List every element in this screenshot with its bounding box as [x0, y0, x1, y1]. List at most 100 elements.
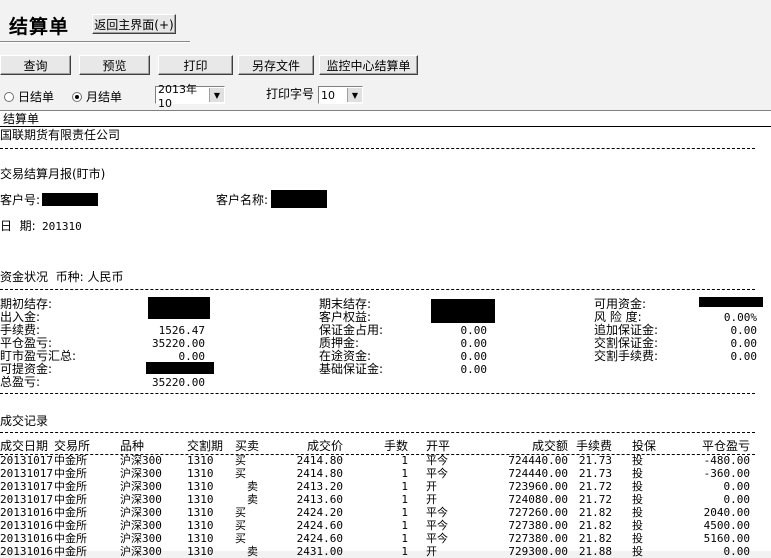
client-no-label: 客户号:: [0, 193, 41, 207]
fund-value: 0.00: [730, 337, 758, 350]
table-row: 20131016 中金所 沪深300 1310 买 2424.60 1 平今 727380.00…: [0, 532, 760, 545]
table-cell: 中金所: [54, 467, 87, 480]
table-cell: 买: [235, 506, 246, 519]
divider: [0, 432, 755, 433]
table-cell: 投: [632, 532, 643, 545]
back-to-main-button[interactable]: 返回主界面(+): [92, 14, 176, 34]
table-cell: 卖: [247, 493, 258, 506]
title-divider: [0, 41, 190, 43]
table-cell: 1: [401, 467, 408, 480]
table-cell: 723960.00: [508, 480, 568, 493]
column-header: 成交价: [306, 439, 343, 453]
period-select[interactable]: 2013年10 ▼: [155, 83, 225, 110]
column-header: 成交额: [531, 439, 568, 453]
date-value: 201310: [42, 220, 82, 233]
table-cell: 20131016: [0, 532, 53, 545]
font-size-select[interactable]: 10 ▼: [318, 86, 363, 104]
fund-value: 0.00: [460, 363, 488, 376]
table-cell: 中金所: [54, 545, 87, 558]
report-title: 交易结算月报(盯市): [0, 167, 106, 181]
fund-value: 0.00: [460, 337, 488, 350]
fund-label: 交割手续费:: [594, 349, 659, 363]
chevron-down-icon[interactable]: ▼: [209, 88, 224, 102]
daily-radio[interactable]: 日结单: [4, 88, 54, 105]
table-cell: 1310: [187, 493, 214, 506]
table-cell: 21.88: [578, 545, 612, 558]
column-header: 交割期: [187, 439, 224, 453]
table-cell: 沪深300: [120, 454, 162, 467]
table-cell: 2424.60: [296, 532, 343, 545]
preview-button[interactable]: 预览: [79, 55, 150, 75]
table-cell: 20131016: [0, 506, 53, 519]
table-cell: 20131017: [0, 480, 53, 493]
table-cell: 沪深300: [120, 480, 162, 493]
table-cell: 0.00: [723, 480, 751, 493]
table-cell: 买: [235, 454, 246, 467]
table-cell: 21.72: [578, 493, 612, 506]
table-cell: 投: [632, 480, 643, 493]
save-as-button[interactable]: 另存文件: [238, 55, 314, 75]
table-cell: 沪深300: [120, 467, 162, 480]
column-header: 开平: [426, 439, 451, 453]
table-cell: 平今: [426, 467, 448, 480]
trades-title: 成交记录: [0, 414, 49, 428]
table-cell: 卖: [247, 545, 258, 558]
table-cell: 1310: [187, 467, 214, 480]
print-button[interactable]: 打印: [158, 55, 233, 75]
table-cell: 2424.20: [296, 506, 343, 519]
query-button[interactable]: 查询: [0, 55, 71, 75]
table-cell: 平今: [426, 454, 448, 467]
table-cell: 1310: [187, 545, 214, 558]
table-cell: 1: [401, 493, 408, 506]
monthly-radio[interactable]: 月结单: [72, 88, 122, 105]
page-title: 结算单: [9, 16, 70, 38]
table-cell: 沪深300: [120, 506, 162, 519]
monitor-center-button[interactable]: 监控中心结算单: [319, 55, 418, 75]
radio-dot-daily[interactable]: [4, 91, 14, 102]
table-row: 20131017 中金所 沪深300 1310 买 2414.80 1 平今 724440.00…: [0, 454, 760, 467]
fund-value: 0.00%: [723, 311, 757, 324]
table-cell: 21.82: [578, 506, 612, 519]
table-cell: 投: [632, 506, 643, 519]
fund-label: 基础保证金:: [319, 362, 384, 376]
table-cell: 727380.00: [508, 519, 568, 532]
table-cell: 1310: [187, 454, 214, 467]
company-name: 国联期货有限责任公司: [0, 128, 121, 142]
table-cell: 1: [401, 519, 408, 532]
table-cell: 投: [632, 493, 643, 506]
table-cell: 2413.20: [296, 480, 343, 493]
table-cell: 20131017: [0, 454, 53, 467]
column-header: 手续费: [575, 439, 612, 453]
table-cell: 724080.00: [508, 493, 568, 506]
table-row: 20131016 中金所 沪深300 1310 买 2424.60 1 平今 727380.00…: [0, 519, 760, 532]
table-row: 20131016 中金所 沪深300 1310 卖 2431.00 1 开 729300.00 2…: [0, 545, 760, 558]
table-cell: 5160.00: [703, 532, 750, 545]
table-header: 成交日期 交易所 品种 交割期 买卖 成交价 手数 开平 成交额 手续费 投保 平仓盈亏: [0, 440, 760, 453]
font-size-label: 打印字号: [266, 87, 315, 101]
table-cell: 724440.00: [508, 454, 568, 467]
redacted-value: [431, 299, 495, 323]
column-header: 投保: [632, 439, 657, 453]
table-cell: 沪深300: [120, 493, 162, 506]
radio-dot-monthly[interactable]: [72, 91, 82, 102]
table-cell: 20131016: [0, 545, 53, 558]
table-cell: 1310: [187, 480, 214, 493]
fund-value: 0.00: [730, 350, 758, 363]
column-header: 平仓盈亏: [701, 439, 750, 453]
table-cell: -360.00: [703, 467, 750, 480]
fund-value: 35220.00: [152, 376, 205, 389]
table-cell: 2431.00: [296, 545, 343, 558]
table-cell: 2414.80: [296, 467, 343, 480]
table-cell: 买: [235, 519, 246, 532]
table-cell: 投: [632, 545, 643, 558]
table-cell: 20131016: [0, 519, 53, 532]
fund-label: 总盈亏:: [0, 375, 41, 389]
table-cell: 平今: [426, 532, 448, 545]
chevron-down-icon[interactable]: ▼: [347, 88, 362, 102]
table-cell: 0.00: [723, 545, 751, 558]
table-cell: 开: [426, 545, 437, 558]
column-header: 品种: [120, 439, 145, 453]
table-cell: 开: [426, 480, 437, 493]
table-cell: 中金所: [54, 454, 87, 467]
redacted-value: [148, 297, 210, 319]
